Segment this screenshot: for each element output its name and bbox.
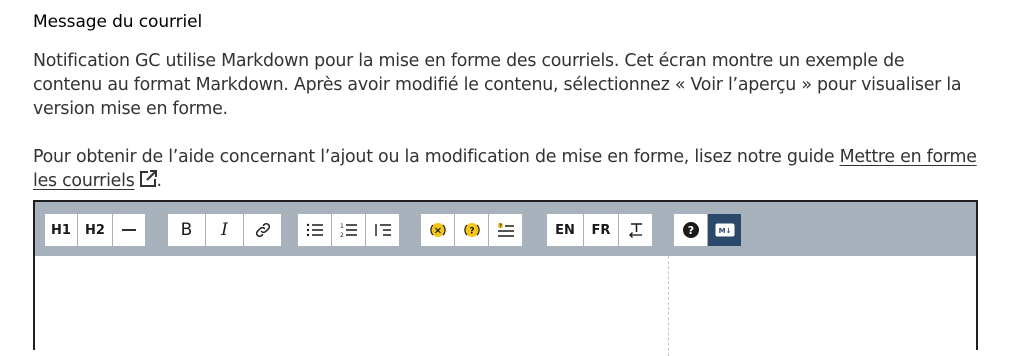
conditional-icon: ?	[463, 223, 480, 237]
editor-preview-divider	[668, 256, 669, 356]
link-button[interactable]	[244, 214, 281, 246]
conditional-list-icon: ?	[497, 223, 514, 237]
variable-icon: ×	[429, 223, 446, 237]
help-suffix: .	[156, 171, 163, 191]
text-direction-icon	[628, 223, 642, 238]
help-icon: ?	[682, 222, 699, 238]
text-direction-button[interactable]	[619, 214, 652, 246]
svg-text:2: 2	[340, 232, 344, 238]
link-icon	[255, 222, 270, 238]
svg-text:?: ?	[687, 224, 693, 237]
field-description: Notification GC utilise Markdown pour la…	[33, 51, 962, 119]
editor-toolbar: H1 H2 B I 12 × ? ? EN FR ? M↓	[35, 202, 976, 256]
bulleted-list-button[interactable]	[298, 214, 331, 246]
insert-variable-button[interactable]: ×	[421, 214, 454, 246]
french-block-button[interactable]: FR	[584, 214, 618, 246]
english-block-button[interactable]: EN	[547, 214, 583, 246]
field-label: Message du courriel	[33, 12, 203, 32]
markdown-toggle-button[interactable]: M↓	[708, 214, 741, 246]
help-text: Pour obtenir de l’aide concernant l’ajou…	[33, 147, 840, 167]
markdown-editor: H1 H2 B I 12 × ? ? EN FR ? M↓	[33, 200, 978, 356]
external-link-icon	[139, 170, 157, 187]
horizontal-rule-button[interactable]	[113, 214, 145, 246]
horizontal-rule-icon	[122, 229, 136, 231]
insert-conditional-button[interactable]: ?	[455, 214, 488, 246]
help-button[interactable]: ?	[674, 214, 707, 246]
conditional-list-button[interactable]: ?	[489, 214, 522, 246]
heading-1-button[interactable]: H1	[45, 214, 77, 246]
help-paragraph: Pour obtenir de l’aide concernant l’ajou…	[33, 145, 978, 193]
indent-list-icon	[374, 224, 391, 236]
svg-text:1: 1	[340, 223, 344, 230]
heading-2-button[interactable]: H2	[78, 214, 112, 246]
indent-list-button[interactable]	[366, 214, 399, 246]
numbered-list-icon: 12	[340, 223, 357, 238]
markdown-icon: M↓	[715, 223, 734, 237]
italic-button[interactable]: I	[206, 214, 243, 246]
bulleted-list-icon	[306, 223, 323, 237]
bold-button[interactable]: B	[168, 214, 205, 246]
svg-text:?: ?	[469, 227, 474, 237]
svg-text:×: ×	[433, 226, 441, 237]
svg-text:M↓: M↓	[718, 227, 731, 235]
svg-text:?: ?	[499, 224, 502, 230]
numbered-list-button[interactable]: 12	[332, 214, 365, 246]
